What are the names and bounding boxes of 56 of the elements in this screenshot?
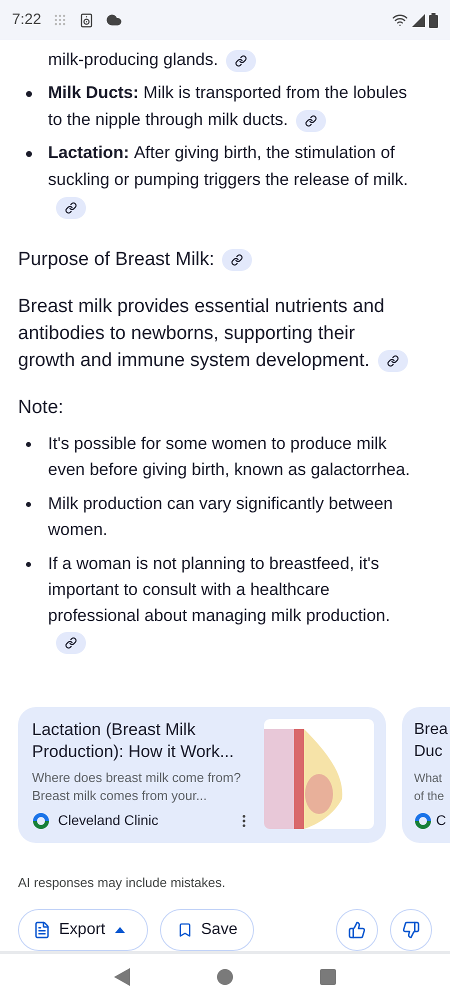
document-icon bbox=[33, 920, 51, 939]
card-snippet: What of the bbox=[414, 770, 446, 806]
source-card[interactable]: Brea Duc What of the C bbox=[402, 707, 450, 844]
wifi-icon bbox=[392, 12, 408, 28]
battery-icon bbox=[429, 12, 438, 28]
bullet-icon bbox=[26, 562, 31, 568]
source-card[interactable]: Lactation (Breast Milk Production): How it Work... Where does breast milk come from? Breast milk comes from your... Cleveland Clinic bbox=[18, 707, 386, 844]
link-icon bbox=[65, 636, 77, 649]
card-snippet: Where does breast milk come from? Breast milk comes from your... bbox=[32, 769, 242, 806]
disclaimer-text: AI responses may include mistakes. bbox=[17, 874, 226, 892]
cloud-icon bbox=[106, 12, 122, 28]
status-time: 7:22 bbox=[12, 10, 42, 30]
source-link-chip[interactable] bbox=[296, 110, 326, 132]
source-name: Cleveland Clinic bbox=[58, 811, 158, 830]
list-item-text: It's possible for some women to produce milk even before giving birth, known as galactorrhea. bbox=[48, 433, 411, 482]
list-item-text: Milk production can vary significantly between women. bbox=[48, 493, 394, 542]
home-icon[interactable] bbox=[216, 968, 233, 985]
thumbs-up-icon bbox=[348, 920, 366, 939]
bookmark-icon bbox=[177, 922, 193, 938]
link-icon bbox=[231, 254, 244, 266]
caret-icon bbox=[115, 926, 125, 933]
source-link-chip[interactable] bbox=[226, 50, 256, 72]
list-item-text: Milk Ducts: Milk is transported from the lobules to the nipple through milk ducts. bbox=[48, 79, 420, 134]
source-name: C bbox=[436, 811, 446, 830]
export-button[interactable]: Export bbox=[18, 908, 148, 951]
list-item-text: milk-producing glands. bbox=[48, 46, 256, 74]
section-heading: Purpose of Breast Milk: bbox=[0, 246, 450, 274]
signal-icon bbox=[412, 14, 425, 27]
source-link-chip[interactable] bbox=[56, 196, 86, 219]
bullet-icon bbox=[26, 150, 32, 157]
back-icon[interactable] bbox=[114, 968, 130, 986]
save-button[interactable]: Save bbox=[160, 908, 254, 951]
thumbs-down-button[interactable] bbox=[390, 908, 432, 951]
note-heading: Note: bbox=[17, 396, 64, 420]
clinic-logo-icon bbox=[32, 812, 50, 830]
list-item-text: If a woman is not planning to breastfeed, it's important to consult with a healthcare professional about managing milk production. bbox=[48, 551, 420, 656]
speaker-icon bbox=[79, 12, 94, 28]
source-link-chip[interactable] bbox=[378, 350, 408, 372]
link-icon bbox=[305, 114, 318, 127]
clinic-logo-icon bbox=[414, 812, 432, 830]
paragraph-text: Breast milk provides essential nutrients and antibodies to newborns, supporting their growth and immune system development. bbox=[0, 293, 450, 374]
card-title: Lactation (Breast Milk Production): How it Work... bbox=[32, 719, 235, 764]
thumbs-down-icon bbox=[402, 920, 420, 939]
list-item-text: Lactation: After giving birth, the stimulation of suckling or pumping triggers the release of milk. bbox=[48, 139, 420, 220]
card-title: Brea Duc bbox=[414, 720, 449, 762]
link-icon bbox=[235, 54, 248, 67]
thumbs-up-button[interactable] bbox=[336, 908, 378, 951]
source-link-chip[interactable] bbox=[56, 632, 86, 654]
recents-icon[interactable] bbox=[320, 968, 336, 985]
grid-icon bbox=[53, 13, 68, 28]
bullet-icon bbox=[26, 90, 32, 97]
bullet-icon bbox=[26, 502, 31, 508]
link-icon bbox=[386, 355, 399, 368]
bullet-icon bbox=[26, 442, 31, 448]
source-link-chip[interactable] bbox=[222, 249, 252, 272]
link-icon bbox=[65, 202, 77, 214]
